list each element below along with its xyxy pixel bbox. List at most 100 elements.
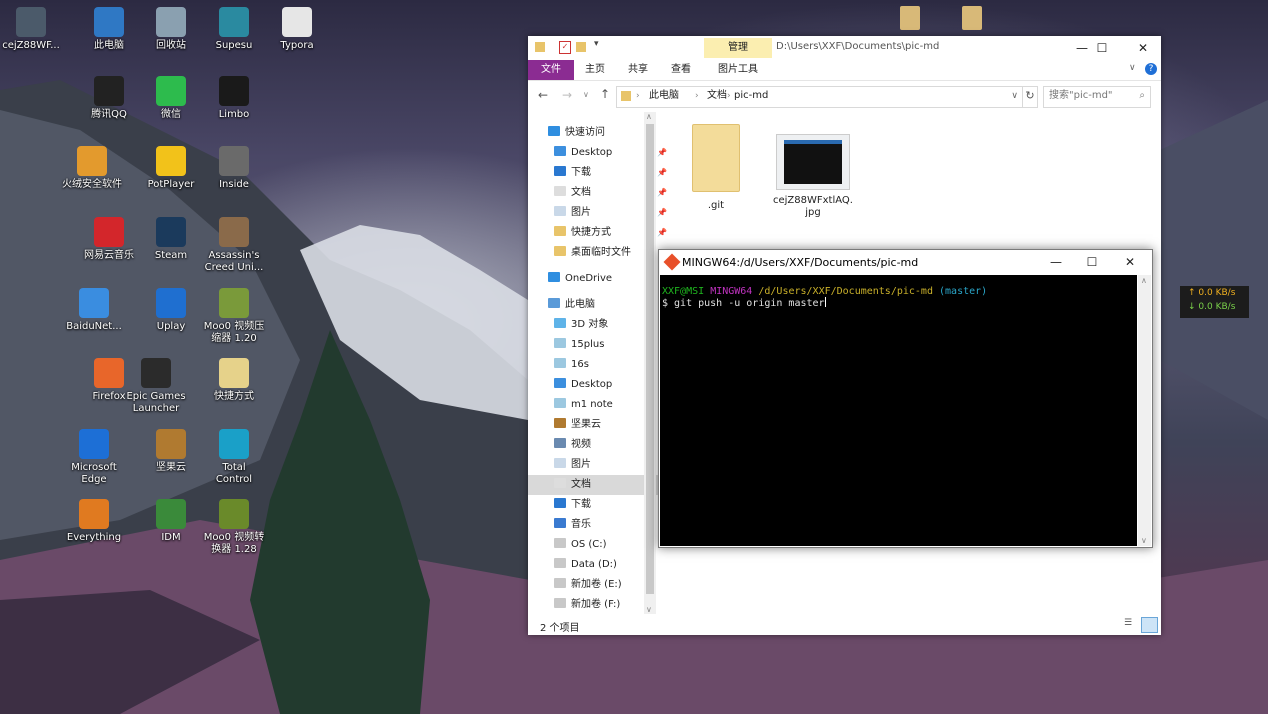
scroll-up-icon[interactable]: ∧	[1141, 276, 1147, 285]
large-icons-view-icon[interactable]	[1141, 617, 1158, 633]
desktop-icon[interactable]: Supesu	[203, 7, 265, 52]
close-button[interactable]: ✕	[1124, 36, 1162, 61]
desktop-icon[interactable]: Everything	[63, 499, 125, 544]
desktop-icon[interactable]: Limbo	[203, 76, 265, 121]
desktop-icon-label: Everything	[66, 532, 122, 543]
folder-icon	[621, 91, 631, 101]
tab-home[interactable]: 主页	[578, 60, 612, 80]
breadcrumb-this-pc[interactable]: 此电脑	[649, 87, 679, 105]
forward-arrow-icon[interactable]: →	[562, 88, 572, 102]
nav-item-label: 视频	[571, 439, 591, 450]
desktop-icon[interactable]: Moo0 视频转换器 1.28	[203, 499, 265, 556]
nav-item-label: 快速访问	[565, 127, 605, 138]
folder-icon[interactable]	[900, 6, 920, 30]
desktop-icon-label: Uplay	[156, 321, 186, 332]
desktop-icon[interactable]: Total Control	[203, 429, 265, 486]
wechat-icon	[156, 76, 186, 106]
nav-item-label: 下载	[571, 499, 591, 510]
nav-item-label: 坚果云	[571, 419, 601, 430]
folder-icon	[535, 42, 545, 52]
desktop-icon[interactable]: 网易云音乐	[78, 217, 140, 262]
nav-this-pc[interactable]: 此电脑	[528, 295, 663, 315]
nav-item-icon	[554, 458, 566, 468]
tab-view[interactable]: 查看	[664, 60, 698, 80]
explorer-titlebar: ✓ ▾ 管理 D:\Users\XXF\Documents\pic-md — ☐…	[528, 36, 1161, 60]
desktop-icon[interactable]: Microsoft Edge	[63, 429, 125, 486]
desktop-icon[interactable]: 微信	[140, 76, 202, 121]
desktop-icon[interactable]: 回收站	[140, 7, 202, 52]
nav-onedrive[interactable]: OneDrive	[528, 269, 663, 289]
quick-access-dropdown-icon[interactable]: ▾	[594, 39, 599, 49]
desktop-icon[interactable]: PotPlayer	[140, 146, 202, 191]
properties-icon[interactable]: ✓	[559, 41, 571, 54]
minimize-button[interactable]: —	[1037, 250, 1075, 275]
desktop-icon[interactable]: 腾讯QQ	[78, 76, 140, 121]
nav-item-icon	[554, 318, 566, 328]
expand-ribbon-icon[interactable]: ∨	[1129, 63, 1136, 73]
refresh-icon[interactable]: ↻	[1022, 86, 1038, 108]
terminal-screen[interactable]: XXF@MSI MINGW64 /d/Users/XXF/Documents/p…	[660, 275, 1137, 546]
moo0-video-compressor-icon	[219, 288, 249, 318]
close-button[interactable]: ✕	[1111, 250, 1149, 275]
desktop-icon[interactable]: 坚果云	[140, 429, 202, 474]
breadcrumb-documents[interactable]: 文档	[707, 87, 727, 105]
file-item[interactable]: .git	[684, 124, 748, 211]
desktop-icon[interactable]: Typora	[266, 7, 328, 52]
desktop-icon[interactable]: Uplay	[140, 288, 202, 333]
download-arrow-icon: ↓	[1188, 302, 1196, 312]
inside-game-icon	[219, 146, 249, 176]
maximize-button[interactable]: ☐	[1087, 36, 1117, 61]
assassins-creed-icon	[219, 217, 249, 247]
up-arrow-icon[interactable]: ↑	[600, 87, 610, 101]
nav-item-label: 音乐	[571, 519, 591, 530]
desktop-icon[interactable]: IDM	[140, 499, 202, 544]
desktop-icon-label: 快捷方式	[214, 391, 254, 402]
desktop-icon[interactable]: Assassin's Creed Uni...	[203, 217, 265, 274]
desktop-icon[interactable]: 火绒安全软件	[61, 146, 123, 191]
scroll-down-icon[interactable]: ∨	[1141, 536, 1147, 545]
scrollbar-thumb[interactable]	[646, 124, 654, 594]
help-icon[interactable]: ?	[1145, 63, 1157, 75]
terminal-prompt-line: XXF@MSI MINGW64 /d/Users/XXF/Documents/p…	[662, 286, 987, 297]
status-item-count: 2 个项目	[540, 623, 580, 634]
tab-picture-tools[interactable]: 图片工具	[704, 60, 772, 80]
new-folder-icon[interactable]	[576, 42, 586, 52]
desktop-icon[interactable]: Steam	[140, 217, 202, 262]
tab-file[interactable]: 文件	[528, 60, 574, 80]
desktop-icon[interactable]: Moo0 视频压缩器 1.20	[203, 288, 265, 345]
desktop-icon[interactable]: Epic Games Launcher	[125, 358, 187, 415]
desktop-icon[interactable]: 此电脑	[78, 7, 140, 52]
back-arrow-icon[interactable]: ←	[538, 88, 548, 102]
desktop-icon-label: Steam	[154, 250, 188, 261]
nav-item-icon	[554, 598, 566, 608]
details-view-icon[interactable]: ☰	[1124, 618, 1137, 631]
nav-item-icon	[554, 378, 566, 388]
desktop-icon-label: 火绒安全软件	[62, 179, 122, 190]
search-placeholder: 搜索"pic-md"	[1049, 90, 1113, 101]
nav-quick-access[interactable]: 快速访问	[528, 123, 663, 143]
baidu-netdisk-icon	[79, 288, 109, 318]
breadcrumb-pic-md[interactable]: pic-md	[734, 87, 768, 105]
recent-locations-icon[interactable]: ∨	[583, 90, 589, 99]
address-bar[interactable]: › 此电脑 › 文档 › pic-md ∨	[616, 86, 1023, 108]
terminal-scrollbar[interactable]: ∧ ∨	[1138, 275, 1151, 546]
scroll-down-icon[interactable]: ∨	[646, 605, 652, 614]
file-item[interactable]: cejZ88WFxtlAQ.jpg	[773, 134, 853, 219]
netease-music-icon	[94, 217, 124, 247]
nav-item-icon	[554, 438, 566, 448]
desktop-icon[interactable]: BaiduNet...	[63, 288, 125, 333]
maximize-button[interactable]: ☐	[1073, 250, 1111, 275]
nav-scrollbar[interactable]: ∧ ∨	[644, 112, 656, 614]
folder-icon[interactable]	[962, 6, 982, 30]
nav-item-label: Desktop	[571, 147, 613, 158]
desktop-icon-label: Moo0 视频转换器 1.28	[203, 532, 265, 555]
search-input[interactable]: 搜索"pic-md" ⌕	[1043, 86, 1151, 108]
desktop-icon[interactable]: 快捷方式	[203, 358, 265, 403]
desktop-icon[interactable]: cejZ88WF...	[0, 7, 62, 52]
tab-share[interactable]: 共享	[621, 60, 655, 80]
scroll-up-icon[interactable]: ∧	[646, 112, 652, 121]
desktop-icon[interactable]: Inside	[203, 146, 265, 191]
address-dropdown-icon[interactable]: ∨	[1011, 87, 1018, 105]
manage-context-tab[interactable]: 管理	[704, 38, 772, 58]
typora-app-icon	[282, 7, 312, 37]
